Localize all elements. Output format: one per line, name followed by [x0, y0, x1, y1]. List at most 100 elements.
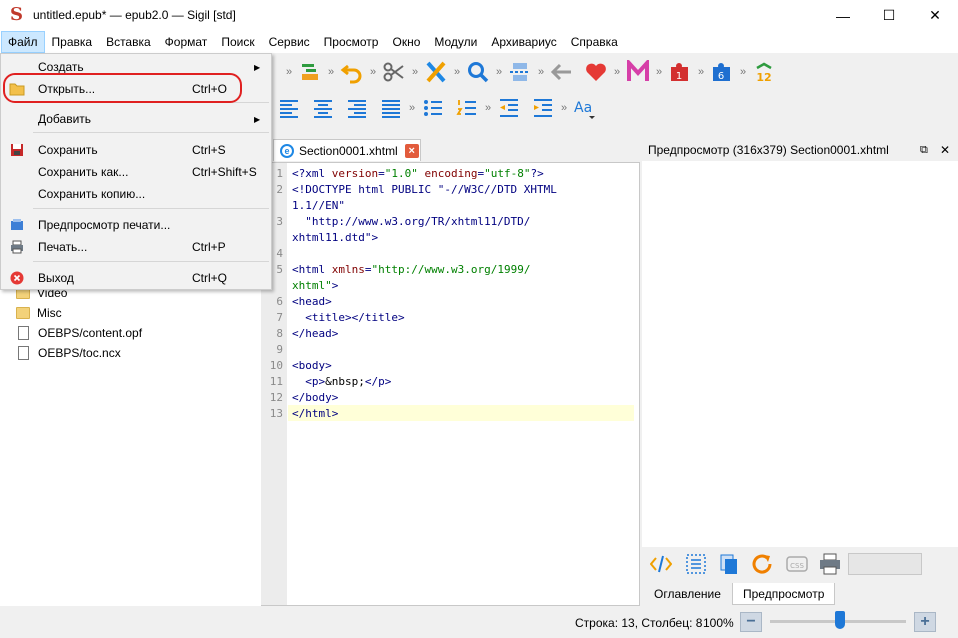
menu-edit[interactable]: Правка [45, 31, 100, 53]
menu-insert[interactable]: Вставка [99, 31, 158, 53]
submenu-arrow-icon: ▶ [254, 114, 261, 124]
code-line: </body> [292, 391, 339, 404]
cut-icon[interactable] [377, 57, 411, 87]
tree-item-toc-ncx[interactable]: OEBPS/toc.ncx [16, 343, 121, 363]
align-right-icon[interactable] [340, 93, 374, 123]
toolbar-grip-icon[interactable]: » [537, 59, 545, 85]
toolbar-grip-icon[interactable]: » [739, 59, 747, 85]
select-all-icon[interactable] [683, 551, 709, 577]
back-icon[interactable] [545, 57, 579, 87]
menu-item-label: Добавить [38, 112, 92, 126]
menu-item-add[interactable]: Добавить ▶ [2, 108, 271, 130]
plugin6-icon[interactable]: 6 [705, 57, 739, 87]
preview-header: Предпросмотр (316x379) Section0001.xhtml… [642, 139, 958, 161]
tab-label: Section0001.xhtml [299, 143, 398, 158]
preview-body[interactable] [642, 161, 958, 547]
align-left-icon[interactable] [272, 93, 306, 123]
toolbar-grip-icon[interactable]: » [408, 95, 416, 121]
m-icon[interactable] [621, 57, 655, 87]
menu-item-label: Сохранить [38, 143, 98, 157]
text-case-icon[interactable]: Aa [568, 93, 602, 123]
toolbar-grip-icon[interactable]: » [411, 59, 419, 85]
code-line: <body> [292, 359, 332, 372]
code-line: <head> [292, 295, 332, 308]
code-line: <!DOCTYPE html PUBLIC "-//W3C//DTD XHTML [292, 183, 557, 196]
toolbar-grip-icon[interactable]: » [285, 59, 293, 85]
toolbar-grip-icon[interactable]: » [453, 59, 461, 85]
current-line-highlight [288, 405, 634, 421]
toolbar-grip-icon[interactable]: » [655, 59, 663, 85]
preview-search-field[interactable] [848, 553, 922, 575]
code-view-icon[interactable] [648, 551, 674, 577]
tree-item-content-opf[interactable]: OEBPS/content.opf [16, 323, 142, 343]
menu-checkpoints[interactable]: Архивариус [484, 31, 563, 53]
zoom-in-button[interactable]: + [914, 612, 936, 632]
book-browser-panel: Video Misc OEBPS/content.opf OEBPS/toc.n… [0, 280, 272, 606]
menu-item-save-as[interactable]: Сохранить как... Ctrl+Shift+S [2, 161, 271, 183]
menu-format[interactable]: Формат [158, 31, 215, 53]
tab-section0001[interactable]: e Section0001.xhtml × [273, 139, 421, 161]
code-line: 1.1//EN" [292, 199, 345, 212]
printer-icon[interactable] [817, 551, 843, 577]
toolbar-grip-icon[interactable]: » [484, 95, 492, 121]
line-number: 6 [276, 295, 283, 308]
submenu-arrow-icon: ▶ [254, 62, 261, 72]
align-justify-icon[interactable] [374, 93, 408, 123]
undo-icon[interactable] [335, 57, 369, 87]
menu-item-exit[interactable]: Выход Ctrl+Q [2, 267, 271, 289]
float-panel-icon[interactable]: ⧉ [920, 139, 928, 161]
zoom-level: 100% [703, 616, 734, 630]
toolbar-grip-icon[interactable]: » [697, 59, 705, 85]
outdent-icon[interactable] [492, 93, 526, 123]
menu-plugins[interactable]: Модули [427, 31, 484, 53]
minimize-button[interactable]: — [820, 0, 866, 31]
menu-file[interactable]: Файл [1, 31, 45, 53]
menu-item-label: Выход [38, 271, 74, 285]
numbers-icon[interactable]: 12 [747, 57, 781, 87]
insert-icon[interactable] [293, 57, 327, 87]
numbered-list-icon[interactable] [450, 93, 484, 123]
svg-text:CSS: CSS [790, 562, 804, 570]
toolbar-grip-icon[interactable]: » [560, 95, 568, 121]
plugin1-icon[interactable]: 1 [663, 57, 697, 87]
search-icon[interactable] [461, 57, 495, 87]
css-icon[interactable]: CSS [784, 551, 810, 577]
copy-icon[interactable] [716, 551, 742, 577]
tree-item-misc[interactable]: Misc [16, 303, 62, 323]
tab-close-icon[interactable]: × [404, 143, 419, 158]
menu-item-save-copy[interactable]: Сохранить копию... [2, 183, 271, 205]
close-button[interactable]: ✕ [912, 0, 958, 31]
menu-item-save[interactable]: Сохранить Ctrl+S [2, 139, 271, 161]
tab-toc[interactable]: Оглавление [644, 583, 731, 605]
file-icon [18, 346, 29, 360]
menu-item-label: Сохранить как... [38, 165, 129, 179]
line-number: 13 [269, 407, 283, 420]
menu-search[interactable]: Поиск [214, 31, 261, 53]
tab-preview[interactable]: Предпросмотр [732, 583, 836, 605]
menu-item-print[interactable]: Печать... Ctrl+P [2, 236, 271, 258]
file-icon [18, 326, 29, 340]
menu-window[interactable]: Окно [385, 31, 427, 53]
maximize-button[interactable]: ☐ [866, 0, 912, 31]
bullet-list-icon[interactable] [416, 93, 450, 123]
menu-view[interactable]: Просмотр [317, 31, 386, 53]
zoom-slider-thumb[interactable] [835, 611, 845, 629]
toolbar-grip-icon[interactable]: » [327, 59, 335, 85]
menu-item-print-preview[interactable]: Предпросмотр печати... [2, 214, 271, 236]
heart-icon[interactable] [579, 57, 613, 87]
menu-help[interactable]: Справка [564, 31, 625, 53]
toolbar-grip-icon[interactable]: » [369, 59, 377, 85]
toolbar-grip-icon[interactable]: » [613, 59, 621, 85]
toolbar-grip-icon[interactable]: » [495, 59, 503, 85]
align-center-icon[interactable] [306, 93, 340, 123]
text-case-label: Aa [574, 100, 592, 116]
zoom-out-button[interactable]: − [740, 612, 762, 632]
menu-tools[interactable]: Сервис [262, 31, 317, 53]
indent-icon[interactable] [526, 93, 560, 123]
cleanup-icon[interactable] [419, 57, 453, 87]
split-icon[interactable] [503, 57, 537, 87]
toolbar-row-1: » » » » » » » » » 1 » 6 » 12 [285, 55, 781, 89]
refresh-icon[interactable] [749, 551, 775, 577]
close-panel-icon[interactable]: ✕ [940, 139, 950, 161]
code-line: xhtml"> [292, 279, 339, 292]
